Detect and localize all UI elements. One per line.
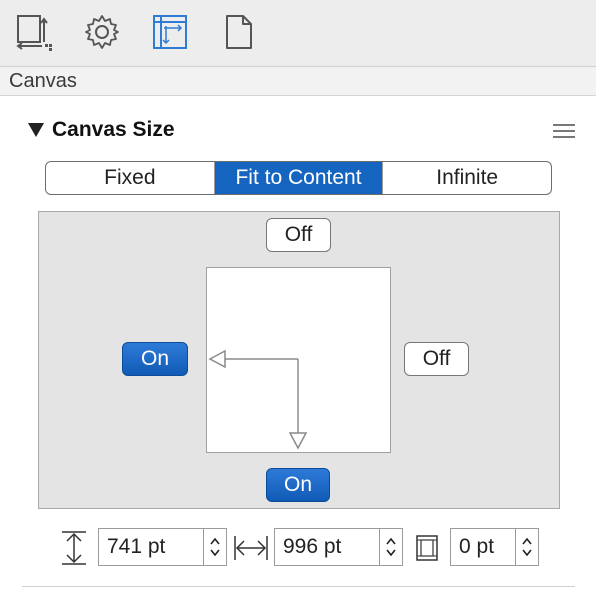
canvas-layout-tab[interactable] <box>148 10 192 54</box>
segment-infinite[interactable]: Infinite <box>383 162 551 194</box>
document-icon <box>226 15 252 49</box>
section-divider <box>22 586 575 587</box>
width-field[interactable]: 996 pt <box>274 528 380 566</box>
stepper-arrows-icon <box>386 537 396 557</box>
vertical-size-icon <box>62 531 86 565</box>
disclosure-triangle-icon[interactable] <box>28 123 44 137</box>
width-stepper[interactable] <box>379 528 403 566</box>
segment-fit-to-content[interactable]: Fit to Content <box>214 162 384 194</box>
right-edge-toggle[interactable]: Off <box>404 342 469 376</box>
panel-header[interactable]: Canvas Size <box>28 118 175 142</box>
segment-fixed[interactable]: Fixed <box>46 162 215 194</box>
hamburger-menu-icon[interactable] <box>553 124 575 140</box>
canvas-size-segmented-control: Fixed Fit to Content Infinite <box>45 161 552 195</box>
settings-tab[interactable] <box>80 10 124 54</box>
height-stepper[interactable] <box>203 528 227 566</box>
left-edge-toggle[interactable]: On <box>122 342 188 376</box>
canvas-resize-tab[interactable] <box>12 10 56 54</box>
margin-field[interactable]: 0 pt <box>450 528 516 566</box>
top-edge-toggle[interactable]: Off <box>266 218 331 252</box>
canvas-preview <box>206 267 391 453</box>
stepper-arrows-icon <box>210 537 220 557</box>
bottom-edge-toggle[interactable]: On <box>266 468 330 502</box>
canvas-resize-icon <box>16 15 52 51</box>
inspector-toolbar <box>0 0 596 67</box>
canvas-layout-icon <box>153 15 187 49</box>
gear-icon <box>85 15 119 49</box>
expand-direction-arrows-icon <box>208 349 308 450</box>
document-tab[interactable] <box>216 10 260 54</box>
horizontal-size-icon <box>234 536 268 560</box>
height-field[interactable]: 741 pt <box>98 528 204 566</box>
canvas-edge-diagram: Off On Off On <box>38 211 560 509</box>
margin-stepper[interactable] <box>515 528 539 566</box>
canvas-dimension-row: 741 pt 996 pt 0 pt <box>0 528 596 568</box>
margin-icon <box>416 535 438 561</box>
section-header: Canvas <box>0 67 596 96</box>
panel-title: Canvas Size <box>52 118 175 141</box>
stepper-arrows-icon <box>522 537 532 557</box>
